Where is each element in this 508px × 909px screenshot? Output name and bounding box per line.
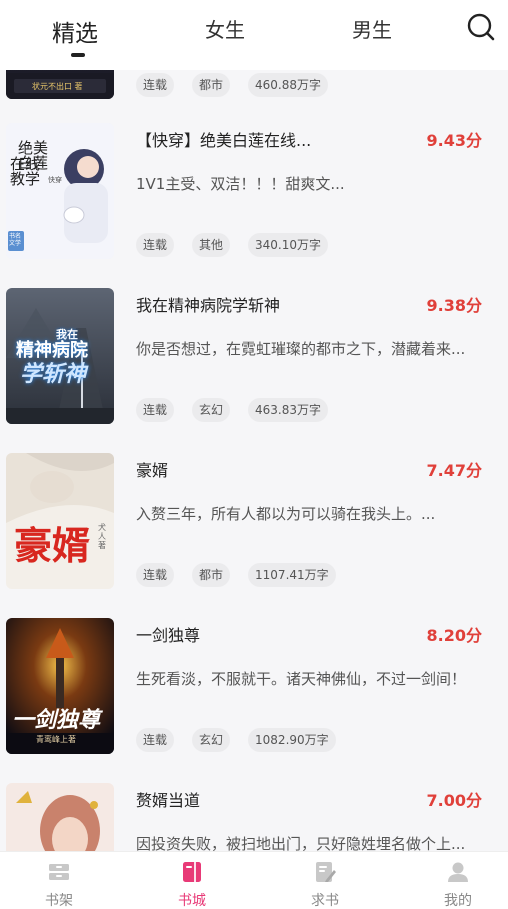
book-title[interactable]: 【快穿】绝美白莲在线...: [136, 127, 311, 151]
book-description: 生死看淡，不服就干。诸天神佛仙，不过一剑间！: [136, 670, 467, 688]
book-description: 你是否想过，在霓虹璀璨的都市之下，潜藏着来...: [136, 340, 466, 358]
book-description: 因投资失败，被扫地出门，只好隐姓埋名做个上...: [136, 835, 466, 851]
book-score: 7.47分: [426, 461, 482, 480]
nav-label: 书架: [45, 893, 73, 909]
book-score: 9.38分: [426, 296, 482, 315]
nav-bookshelf[interactable]: 书架: [19, 852, 99, 909]
cover-title-text: 一剑独尊: [12, 707, 101, 733]
bookshelf-icon: [49, 864, 69, 880]
tag-word-count: 340.10万字: [248, 233, 329, 257]
cover-author-text: 青鸾峰上著: [36, 735, 76, 744]
book-tags: 连载 其他 340.10万字: [136, 233, 329, 257]
tag-genre: 玄幻: [192, 398, 231, 422]
tag-status: 连载: [136, 563, 175, 587]
cover-title-sub: 学斩神: [20, 362, 87, 387]
request-book-icon: [316, 862, 336, 882]
search-button[interactable]: [466, 12, 496, 42]
book-tags: 连载 都市 460.88万字: [136, 73, 329, 97]
tab-male[interactable]: 男生: [352, 14, 392, 43]
cover-tag-text: 快穿: [48, 176, 62, 184]
nav-profile[interactable]: 我的: [418, 852, 498, 909]
tag-status: 连载: [136, 233, 175, 257]
tag-status: 连载: [136, 728, 175, 752]
cover-author-text: 状元不出口 著: [32, 82, 83, 91]
cover-author-text: 犬人著: [98, 523, 106, 550]
bookstore-icon: [183, 862, 201, 882]
bottom-navigation: 书架 书城 求书 我的: [0, 851, 508, 909]
tag-status: 连载: [136, 398, 175, 422]
cover-title-text: 豪婿: [14, 523, 91, 568]
nav-request-book[interactable]: 求书: [285, 852, 365, 909]
book-item[interactable]: 我在 精神病院 学斩神 我在精神病院学斩神 9.38分 你是否想过，在霓虹璀璨的…: [0, 288, 508, 448]
book-item-partial[interactable]: 状元不出口 著 连载 都市 460.88万字: [0, 70, 508, 123]
nav-label: 我的: [444, 893, 472, 909]
book-item[interactable]: 豪婿 犬人著 豪婿 7.47分 入赘三年，所有人都以为可以骑在我头上。... 连…: [0, 453, 508, 613]
search-icon: [467, 13, 495, 41]
book-item[interactable]: 赘婿当道 7.00分 因投资失败，被扫地出门，只好隐姓埋名做个上...: [0, 783, 508, 851]
book-cover[interactable]: 绝美白莲 在线教学 快穿 书名文学: [6, 123, 114, 259]
book-score: 8.20分: [426, 626, 482, 645]
tag-word-count: 460.88万字: [248, 73, 329, 97]
book-tags: 连载 玄幻 1082.90万字: [136, 728, 336, 752]
book-item[interactable]: 一剑独尊 青鸾峰上著 一剑独尊 8.20分 生死看淡，不服就干。诸天神佛仙，不过…: [0, 618, 508, 778]
book-cover[interactable]: 状元不出口 著: [6, 70, 114, 99]
tag-genre: 其他: [192, 233, 231, 257]
book-title[interactable]: 赘婿当道: [136, 787, 200, 811]
nav-label: 书城: [178, 893, 206, 909]
profile-icon: [448, 862, 468, 882]
tag-genre: 都市: [192, 563, 231, 587]
book-score: 7.00分: [426, 791, 482, 810]
book-description: 1V1主受、双洁！！！甜爽文...: [136, 175, 345, 193]
tag-word-count: 1082.90万字: [248, 728, 336, 752]
book-cover[interactable]: 一剑独尊 青鸾峰上著: [6, 618, 114, 754]
book-cover[interactable]: 我在 精神病院 学斩神: [6, 288, 114, 424]
tag-word-count: 463.83万字: [248, 398, 329, 422]
book-title[interactable]: 我在精神病院学斩神: [136, 292, 280, 316]
nav-bookstore[interactable]: 书城: [152, 852, 232, 909]
book-title[interactable]: 一剑独尊: [136, 622, 200, 646]
tab-female[interactable]: 女生: [205, 14, 245, 43]
book-cover[interactable]: [6, 783, 114, 851]
tab-featured[interactable]: 精选: [52, 14, 98, 48]
cover-subtitle-text: 在线教学: [10, 155, 41, 188]
active-tab-indicator: [71, 53, 85, 57]
book-item[interactable]: 绝美白莲 在线教学 快穿 书名文学 【快穿】绝美白莲在线... 9.43分 1V…: [0, 123, 508, 283]
tag-genre: 都市: [192, 73, 231, 97]
tag-genre: 玄幻: [192, 728, 231, 752]
tag-status: 连载: [136, 73, 175, 97]
tag-word-count: 1107.41万字: [248, 563, 336, 587]
book-score: 9.43分: [426, 131, 482, 150]
book-title[interactable]: 豪婿: [136, 457, 168, 481]
book-description: 入赘三年，所有人都以为可以骑在我头上。...: [136, 505, 436, 523]
book-cover[interactable]: 豪婿 犬人著: [6, 453, 114, 589]
book-tags: 连载 都市 1107.41万字: [136, 563, 336, 587]
book-tags: 连载 玄幻 463.83万字: [136, 398, 329, 422]
top-tab-bar: 精选 女生 男生: [0, 0, 508, 70]
book-list[interactable]: 状元不出口 著 连载 都市 460.88万字 绝美白莲 在线教学 快穿 书名文学…: [0, 70, 508, 851]
cover-badge-text: 书名文学: [9, 233, 22, 247]
nav-label: 求书: [311, 893, 339, 909]
